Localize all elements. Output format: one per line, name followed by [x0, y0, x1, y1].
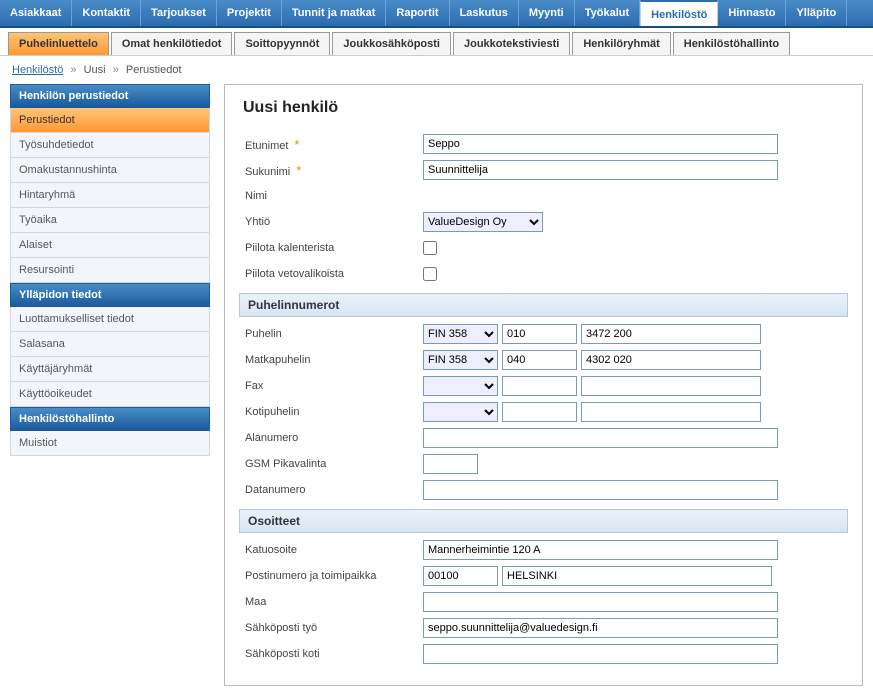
- sidebar-section-header: Henkilöstöhallinto: [10, 407, 210, 431]
- label-homephone: Kotipuhelin: [243, 406, 423, 418]
- mobile-area-input[interactable]: [502, 350, 577, 370]
- sub-nav-item[interactable]: Joukkosähköposti: [332, 32, 451, 55]
- hide-calendar-checkbox[interactable]: [423, 241, 437, 255]
- sub-nav-item[interactable]: Henkilöryhmät: [572, 32, 670, 55]
- section-addresses: Osoitteet: [239, 509, 848, 533]
- phone-num-input[interactable]: [581, 324, 761, 344]
- company-select[interactable]: ValueDesign Oy: [423, 212, 543, 232]
- fax-area-input[interactable]: [502, 376, 577, 396]
- label-gsm: GSM Pikavalinta: [243, 458, 423, 470]
- sub-nav-item[interactable]: Joukkotekstiviesti: [453, 32, 570, 55]
- sub-nav-item[interactable]: Omat henkilötiedot: [111, 32, 233, 55]
- label-mobile: Matkapuhelin: [243, 354, 423, 366]
- sidebar-item[interactable]: Hintaryhmä: [10, 183, 210, 208]
- top-nav-item[interactable]: Tarjoukset: [141, 0, 217, 26]
- sub-nav-item[interactable]: Soittopyynnöt: [234, 32, 330, 55]
- homephone-area-input[interactable]: [502, 402, 577, 422]
- sidebar-item[interactable]: Salasana: [10, 332, 210, 357]
- label-ext: Alanumero: [243, 432, 423, 444]
- sidebar-item[interactable]: Resursointi: [10, 258, 210, 283]
- lastname-input[interactable]: [423, 160, 778, 180]
- breadcrumb-link[interactable]: Henkilöstö: [12, 64, 63, 76]
- sidebar-section-header: Henkilön perustiedot: [10, 84, 210, 108]
- homephone-cc-select[interactable]: [423, 402, 498, 422]
- phone-cc-select[interactable]: FIN 358: [423, 324, 498, 344]
- top-nav-item[interactable]: Henkilöstö: [640, 0, 718, 26]
- page-title: Uusi henkilö: [243, 99, 844, 117]
- label-postal: Postinumero ja toimipaikka: [243, 570, 423, 582]
- fax-cc-select[interactable]: [423, 376, 498, 396]
- mobile-num-input[interactable]: [581, 350, 761, 370]
- label-hide-dropdown: Piilota vetovalikoista: [243, 268, 423, 280]
- section-phones: Puhelinnumerot: [239, 293, 848, 317]
- top-nav-item[interactable]: Raportit: [386, 0, 449, 26]
- sidebar: Henkilön perustiedotPerustiedotTyösuhdet…: [10, 84, 210, 686]
- firstname-input[interactable]: [423, 134, 778, 154]
- sidebar-section-header: Ylläpidon tiedot: [10, 283, 210, 307]
- gsm-input[interactable]: [423, 454, 478, 474]
- label-firstname: Etunimet*: [243, 137, 423, 152]
- sidebar-item[interactable]: Omakustannushinta: [10, 158, 210, 183]
- label-datanum: Datanumero: [243, 484, 423, 496]
- label-hide-calendar: Piilota kalenterista: [243, 242, 423, 254]
- sidebar-item[interactable]: Luottamukselliset tiedot: [10, 307, 210, 332]
- breadcrumb: Henkilöstö » Uusi » Perustiedot: [0, 56, 873, 84]
- main-panel: Uusi henkilö Etunimet* Sukunimi* Nimi Yh…: [224, 84, 863, 686]
- top-nav-item[interactable]: Kontaktit: [72, 0, 141, 26]
- label-fax: Fax: [243, 380, 423, 392]
- sidebar-item[interactable]: Perustiedot: [10, 108, 210, 133]
- sidebar-item[interactable]: Alaiset: [10, 233, 210, 258]
- homephone-num-input[interactable]: [581, 402, 761, 422]
- label-lastname: Sukunimi*: [243, 163, 423, 178]
- top-nav-item[interactable]: Myynti: [519, 0, 575, 26]
- top-nav-item[interactable]: Tunnit ja matkat: [282, 0, 387, 26]
- mobile-cc-select[interactable]: FIN 358: [423, 350, 498, 370]
- sidebar-item[interactable]: Käyttöoikeudet: [10, 382, 210, 407]
- label-street: Katuosoite: [243, 544, 423, 556]
- label-company: Yhtiö: [243, 216, 423, 228]
- sub-nav-item[interactable]: Puhelinluettelo: [8, 32, 109, 55]
- sidebar-item[interactable]: Muistiot: [10, 431, 210, 456]
- sub-nav-item[interactable]: Henkilöstöhallinto: [673, 32, 790, 55]
- sidebar-item[interactable]: Työsuhdetiedot: [10, 133, 210, 158]
- breadcrumb-part: Uusi: [84, 64, 106, 76]
- hide-dropdown-checkbox[interactable]: [423, 267, 437, 281]
- label-email-work: Sähköposti työ: [243, 622, 423, 634]
- label-email-home: Sähköposti koti: [243, 648, 423, 660]
- datanum-input[interactable]: [423, 480, 778, 500]
- breadcrumb-sep: »: [70, 64, 76, 76]
- breadcrumb-part: Perustiedot: [126, 64, 182, 76]
- breadcrumb-sep: »: [113, 64, 119, 76]
- fax-num-input[interactable]: [581, 376, 761, 396]
- zip-input[interactable]: [423, 566, 498, 586]
- sidebar-item[interactable]: Työaika: [10, 208, 210, 233]
- email-work-input[interactable]: [423, 618, 778, 638]
- label-country: Maa: [243, 596, 423, 608]
- city-input[interactable]: [502, 566, 772, 586]
- top-nav: AsiakkaatKontaktitTarjouksetProjektitTun…: [0, 0, 873, 28]
- top-nav-item[interactable]: Projektit: [217, 0, 282, 26]
- top-nav-item[interactable]: Työkalut: [575, 0, 640, 26]
- country-input[interactable]: [423, 592, 778, 612]
- top-nav-item[interactable]: Hinnasto: [718, 0, 786, 26]
- phone-area-input[interactable]: [502, 324, 577, 344]
- top-nav-item[interactable]: Laskutus: [450, 0, 519, 26]
- email-home-input[interactable]: [423, 644, 778, 664]
- sub-nav: PuhelinluetteloOmat henkilötiedotSoittop…: [0, 28, 873, 56]
- top-nav-item[interactable]: Asiakkaat: [0, 0, 72, 26]
- top-nav-item[interactable]: Ylläpito: [786, 0, 847, 26]
- ext-input[interactable]: [423, 428, 778, 448]
- label-name: Nimi: [243, 190, 423, 202]
- label-phone: Puhelin: [243, 328, 423, 340]
- sidebar-item[interactable]: Käyttäjäryhmät: [10, 357, 210, 382]
- street-input[interactable]: [423, 540, 778, 560]
